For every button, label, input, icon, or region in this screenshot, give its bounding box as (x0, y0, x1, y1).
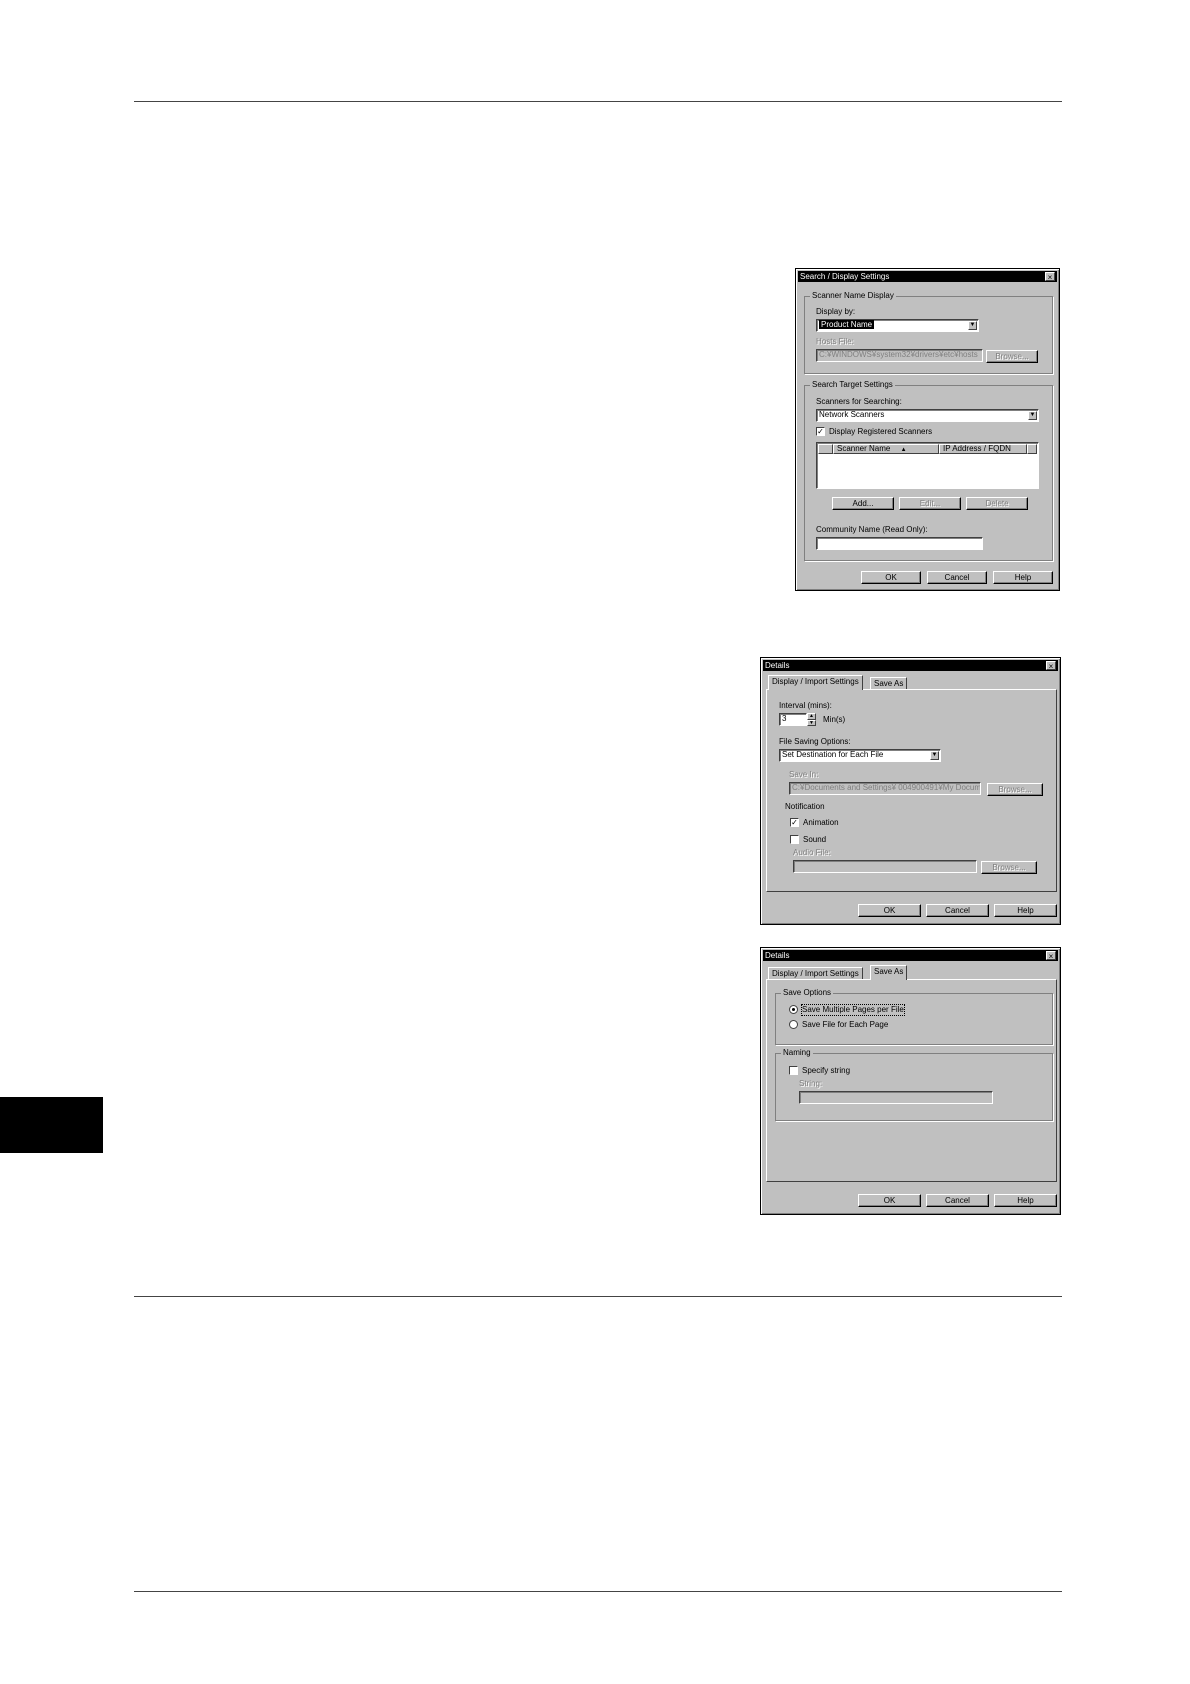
list-header-blank (818, 444, 833, 454)
hosts-browse-button[interactable]: Browse... (986, 350, 1038, 363)
chevron-down-icon[interactable]: ▼ (968, 321, 977, 330)
scanners-for-searching-select[interactable]: Network Scanners ▼ (816, 409, 1039, 422)
save-in-label: Save In: (789, 770, 819, 779)
ok-button[interactable]: OK (858, 904, 921, 917)
group-label: Search Target Settings (810, 380, 895, 390)
edit-button[interactable]: Edit... (899, 497, 961, 510)
save-in-input[interactable]: C:¥Documents and Settings¥ 004900491¥My … (789, 782, 981, 795)
display-registered-label: Display Registered Scanners (829, 427, 933, 436)
footer-rule (134, 1591, 1062, 1592)
details-save-as-dialog: Details × Display / Import Settings Save… (760, 947, 1061, 1215)
string-label: String: (799, 1079, 823, 1088)
community-name-label: Community Name (Read Only): (816, 525, 928, 534)
dialog-title: Search / Display Settings (800, 272, 890, 281)
close-icon[interactable]: × (1046, 951, 1056, 961)
hosts-file-input[interactable]: C:¥WINDOWS¥system32¥drivers¥etc¥hosts (816, 349, 983, 362)
help-button[interactable]: Help (994, 1194, 1057, 1207)
help-button[interactable]: Help (994, 904, 1057, 917)
col-ip-address[interactable]: IP Address / FQDN (939, 444, 1027, 454)
specify-string-label: Specify string (802, 1066, 851, 1075)
dialog-title-bar: Details × (763, 950, 1058, 961)
col-scanner-name[interactable]: Scanner Name ▲ (833, 444, 939, 454)
cancel-button[interactable]: Cancel (926, 904, 989, 917)
interval-input[interactable]: 3 (779, 713, 807, 726)
search-display-settings-dialog: Search / Display Settings × Scanner Name… (795, 268, 1060, 591)
dialog-title-bar: Search / Display Settings × (798, 271, 1057, 282)
file-saving-value: Set Destination for Each File (782, 750, 884, 759)
list-header-tail (1027, 444, 1037, 454)
sound-label: Sound (803, 835, 827, 844)
string-input[interactable] (799, 1091, 993, 1104)
community-name-input[interactable] (816, 537, 983, 550)
group-label: Save Options (781, 988, 834, 998)
audio-file-input[interactable] (793, 860, 977, 873)
hosts-file-label: Hosts File: (816, 337, 854, 346)
file-saving-options-label: File Saving Options: (779, 737, 851, 746)
sound-checkbox[interactable] (790, 835, 799, 844)
add-button[interactable]: Add... (832, 497, 894, 510)
ok-button[interactable]: OK (861, 571, 921, 584)
display-by-select[interactable]: Product Name ▼ (816, 319, 979, 332)
help-button[interactable]: Help (993, 571, 1053, 584)
tab-display-import-settings[interactable]: Display / Import Settings (768, 675, 863, 690)
header-rule (134, 101, 1062, 102)
group-label: Scanner Name Display (810, 291, 896, 301)
ok-button[interactable]: OK (858, 1194, 921, 1207)
save-multiple-pages-label: Save Multiple Pages per File (801, 1004, 905, 1016)
interval-label: Interval (mins): (779, 701, 832, 710)
save-file-each-page-label: Save File for Each Page (802, 1020, 889, 1029)
spin-up-icon[interactable]: ▲ (807, 713, 816, 720)
scanners-value: Network Scanners (819, 410, 885, 419)
save-file-each-page-radio[interactable] (789, 1020, 798, 1029)
group-label: Naming (781, 1048, 813, 1058)
dialog-title: Details (765, 661, 790, 670)
details-display-import-dialog: Details × Display / Import Settings Save… (760, 657, 1061, 925)
display-by-label: Display by: (816, 307, 856, 316)
notification-label: Notification (785, 802, 825, 811)
specify-string-checkbox[interactable] (789, 1066, 798, 1075)
cancel-button[interactable]: Cancel (926, 1194, 989, 1207)
tab-save-as[interactable]: Save As (870, 965, 908, 980)
chevron-down-icon[interactable]: ▼ (930, 751, 939, 760)
interval-unit: Min(s) (823, 715, 846, 724)
dialog-title: Details (765, 951, 790, 960)
animation-checkbox[interactable]: ✓ (790, 818, 799, 827)
dialog-title-bar: Details × (763, 660, 1058, 671)
section-rule (134, 1296, 1062, 1297)
file-saving-options-select[interactable]: Set Destination for Each File ▼ (779, 749, 941, 762)
spin-down-icon[interactable]: ▼ (807, 720, 816, 726)
display-registered-checkbox[interactable]: ✓ (816, 427, 825, 436)
audio-browse-button[interactable]: Browse... (981, 861, 1037, 874)
save-multiple-pages-radio[interactable] (789, 1005, 798, 1014)
audio-file-label: Audio File: (793, 848, 831, 857)
animation-label: Animation (803, 818, 839, 827)
sort-ascending-icon: ▲ (900, 447, 907, 453)
delete-button[interactable]: Delete (966, 497, 1028, 510)
close-icon[interactable]: × (1046, 661, 1056, 671)
chapter-tab-marker (0, 1097, 103, 1153)
scanners-for-searching-label: Scanners for Searching: (816, 397, 902, 406)
display-by-value: Product Name (819, 320, 875, 329)
chevron-down-icon[interactable]: ▼ (1028, 411, 1037, 420)
close-icon[interactable]: × (1045, 272, 1055, 282)
cancel-button[interactable]: Cancel (927, 571, 987, 584)
save-in-browse-button[interactable]: Browse... (987, 783, 1043, 796)
save-options-group: Save Options (775, 988, 1053, 1045)
